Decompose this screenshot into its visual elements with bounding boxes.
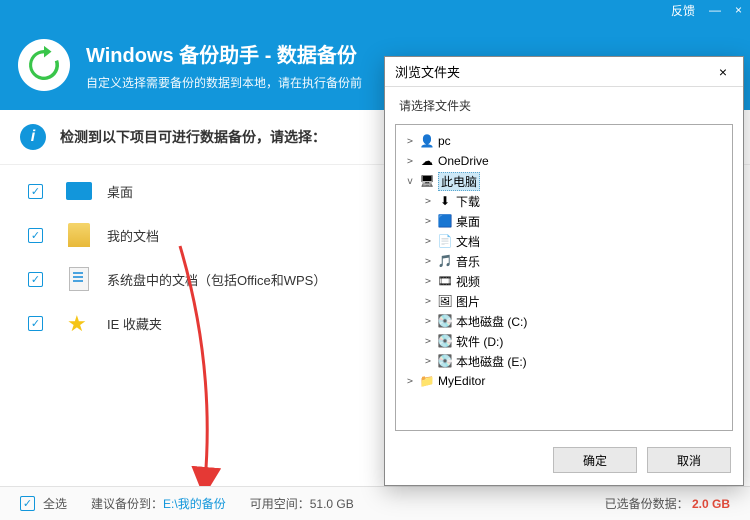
ok-button[interactable]: 确定 — [553, 447, 637, 473]
expand-toggle[interactable]: > — [422, 236, 434, 247]
dialog-close-button[interactable]: × — [713, 62, 733, 82]
node-icon: 🖼 — [436, 294, 454, 308]
close-button[interactable]: × — [735, 3, 742, 17]
dialog-subtitle: 请选择文件夹 — [385, 87, 743, 120]
tree-node[interactable]: >⬇下载 — [400, 191, 728, 211]
node-icon: 👤 — [418, 134, 436, 148]
footer-bar: ✓ 全选 建议备份到： E:\我的备份 可用空间： 51.0 GB 已选备份数据… — [0, 486, 750, 520]
expand-toggle[interactable]: > — [404, 136, 416, 147]
dialog-title: 浏览文件夹 — [395, 62, 460, 81]
node-icon: 💽 — [436, 354, 454, 368]
node-icon: 🎞 — [436, 274, 454, 288]
backup-path-link[interactable]: E:\我的备份 — [163, 495, 226, 512]
item-label: 我的文档 — [107, 226, 159, 245]
expand-toggle[interactable]: > — [422, 316, 434, 327]
item-label: IE 收藏夹 — [107, 314, 162, 333]
tree-node[interactable]: >📄文档 — [400, 231, 728, 251]
info-icon: i — [20, 124, 46, 150]
node-icon: 📄 — [436, 234, 454, 248]
select-all-checkbox[interactable]: ✓ — [20, 496, 35, 511]
node-icon: 📁 — [418, 374, 436, 388]
star-icon: ★ — [67, 311, 91, 335]
node-label: 本地磁盘 (E:) — [456, 353, 527, 370]
window-titlebar: 反馈 — × — [0, 0, 750, 20]
node-label: 视频 — [456, 273, 480, 290]
node-label: 文档 — [456, 233, 480, 250]
select-all-label: 全选 — [43, 495, 67, 512]
tree-node[interactable]: >👤pc — [400, 131, 728, 151]
tree-node[interactable]: >📁MyEditor — [400, 371, 728, 391]
node-icon: 🖥 — [418, 174, 436, 188]
node-icon: 🎵 — [436, 254, 454, 268]
selected-size-value: 2.0 GB — [692, 497, 730, 511]
item-label: 桌面 — [107, 182, 133, 201]
page-subtitle: 自定义选择需要备份的数据到本地，请在执行备份前 — [86, 74, 362, 91]
tree-node[interactable]: >💽本地磁盘 (E:) — [400, 351, 728, 371]
checkbox[interactable]: ✓ — [28, 316, 43, 331]
expand-toggle[interactable]: > — [422, 296, 434, 307]
free-space-label: 可用空间： — [250, 495, 310, 512]
document-icon — [69, 267, 89, 291]
app-logo — [18, 39, 70, 91]
expand-toggle[interactable]: > — [404, 156, 416, 167]
node-icon: ⬇ — [436, 194, 454, 208]
node-label: 此电脑 — [438, 172, 480, 191]
node-label: 下载 — [456, 193, 480, 210]
node-icon: ☁ — [418, 154, 436, 168]
prompt-text: 检测到以下项目可进行数据备份，请选择： — [60, 127, 326, 147]
node-icon: 🟦 — [436, 214, 454, 228]
tree-node[interactable]: v🖥此电脑 — [400, 171, 728, 191]
desktop-icon — [66, 182, 92, 200]
free-space-value: 51.0 GB — [310, 497, 354, 511]
node-label: 本地磁盘 (C:) — [456, 313, 527, 330]
node-label: OneDrive — [438, 154, 489, 168]
expand-toggle[interactable]: > — [422, 356, 434, 367]
node-label: 图片 — [456, 293, 480, 310]
expand-toggle[interactable]: > — [422, 216, 434, 227]
feedback-link[interactable]: 反馈 — [671, 2, 695, 19]
node-label: pc — [438, 134, 451, 148]
node-icon: 💽 — [436, 334, 454, 348]
browse-folder-dialog: 浏览文件夹 × 请选择文件夹 >👤pc>☁OneDrivev🖥此电脑>⬇下载>🟦… — [384, 56, 744, 486]
tree-node[interactable]: >🟦桌面 — [400, 211, 728, 231]
expand-toggle[interactable]: v — [404, 176, 416, 187]
dialog-titlebar: 浏览文件夹 × — [385, 57, 743, 87]
node-label: MyEditor — [438, 374, 485, 388]
minimize-button[interactable]: — — [709, 3, 721, 17]
tree-node[interactable]: >💽本地磁盘 (C:) — [400, 311, 728, 331]
suggest-label: 建议备份到： — [91, 495, 163, 512]
node-label: 音乐 — [456, 253, 480, 270]
tree-node[interactable]: >🎵音乐 — [400, 251, 728, 271]
expand-toggle[interactable]: > — [422, 196, 434, 207]
selected-size-label: 已选备份数据： — [605, 497, 689, 511]
expand-toggle[interactable]: > — [422, 276, 434, 287]
expand-toggle[interactable]: > — [422, 336, 434, 347]
item-label: 系统盘中的文档（包括Office和WPS） — [107, 270, 326, 289]
folder-tree[interactable]: >👤pc>☁OneDrivev🖥此电脑>⬇下载>🟦桌面>📄文档>🎵音乐>🎞视频>… — [395, 124, 733, 431]
expand-toggle[interactable]: > — [422, 256, 434, 267]
cancel-button[interactable]: 取消 — [647, 447, 731, 473]
checkbox[interactable]: ✓ — [28, 184, 43, 199]
folder-icon — [68, 223, 90, 247]
checkbox[interactable]: ✓ — [28, 272, 43, 287]
tree-node[interactable]: >☁OneDrive — [400, 151, 728, 171]
node-label: 软件 (D:) — [456, 333, 503, 350]
tree-node[interactable]: >💽软件 (D:) — [400, 331, 728, 351]
tree-node[interactable]: >🎞视频 — [400, 271, 728, 291]
expand-toggle[interactable]: > — [404, 376, 416, 387]
page-title: Windows 备份助手 - 数据备份 — [86, 39, 362, 68]
tree-node[interactable]: >🖼图片 — [400, 291, 728, 311]
node-label: 桌面 — [456, 213, 480, 230]
refresh-icon — [24, 45, 64, 85]
checkbox[interactable]: ✓ — [28, 228, 43, 243]
node-icon: 💽 — [436, 314, 454, 328]
